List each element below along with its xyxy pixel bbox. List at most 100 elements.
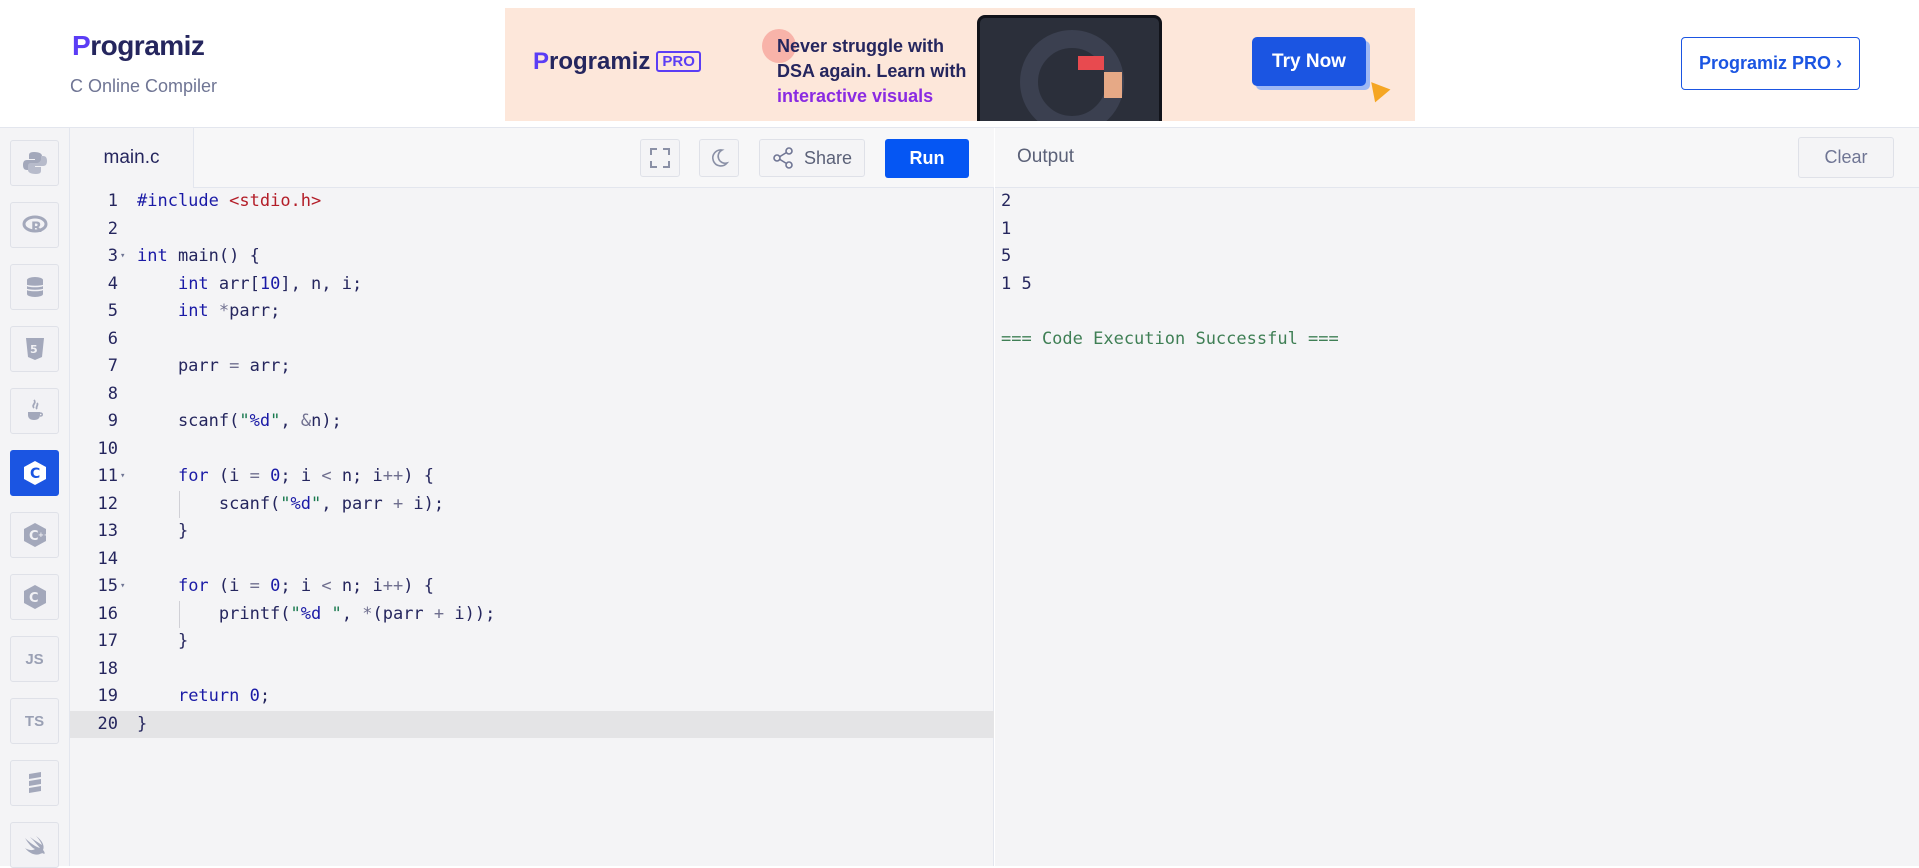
code-line[interactable]: 12 scanf("%d", parr + i); [70,490,994,518]
svg-text:++: ++ [38,531,48,539]
editor-toolbar: main.c Share Run [70,128,994,188]
svg-text:C: C [29,591,39,606]
code-line[interactable]: 9 scanf("%d", &n); [70,408,994,436]
fullscreen-icon [650,148,670,168]
ad-headline: Never struggle with DSA again. Learn wit… [777,36,967,106]
line-number: 1 [107,191,118,211]
code-line[interactable]: 8 [70,381,994,409]
share-icon [773,147,793,169]
output-line: 2 [1001,191,1012,211]
code-line[interactable]: 6 [70,326,994,354]
line-number: 20 [97,713,118,734]
programiz-logo[interactable]: Programiz [72,30,205,62]
line-number: 10 [97,438,118,459]
code-line[interactable]: 16 printf("%d ", *(parr + i)); [70,600,994,628]
code-line[interactable]: 2 [70,216,994,244]
line-number: 9 [107,411,118,431]
line-number: 6 [107,328,118,349]
code-line[interactable]: 1 #include <stdio.h> [70,188,994,216]
html5-icon[interactable]: 5 [10,326,59,372]
share-label: Share [803,147,853,168]
line-number: 17 [97,631,118,651]
output-console[interactable]: 2 1 5 1 5 === Code Execution Successful === [1001,188,1339,353]
code-line[interactable]: 17 } [70,628,994,656]
code-line[interactable]: 7 parr = arr; [70,353,994,381]
code-text: scanf("%d", parr + i); [137,493,445,514]
sql-database-icon[interactable] [10,264,59,310]
code-text: } [137,713,148,734]
cpp-icon[interactable]: C ++ [10,512,59,558]
code-text: } [137,521,189,541]
fullscreen-button[interactable] [640,139,680,177]
c-language-icon[interactable]: C [10,450,59,496]
javascript-icon[interactable]: JS [10,636,59,682]
clear-button[interactable]: Clear [1798,137,1894,178]
code-editor-panel: main.c Share Run 1 #include <stdio.h> 2 3 ▾ i… [70,128,994,866]
dark-mode-button[interactable] [699,139,739,177]
line-number: 3 [107,246,118,266]
line-number: 14 [97,548,118,569]
java-icon[interactable] [10,388,59,434]
code-text: parr = arr; [137,356,291,376]
code-line[interactable]: 5 int *parr; [70,298,994,326]
swift-icon[interactable] [10,822,59,868]
code-text: return 0; [177,686,271,706]
page-subtitle: C Online Compiler [70,76,218,96]
csharp-icon[interactable]: C [10,574,59,620]
fold-arrow-icon[interactable]: ▾ [120,463,125,491]
output-panel: Output Clear 2 1 5 1 5 === Code Execution Su… [995,128,1919,866]
output-line: 5 [1001,246,1012,266]
run-button[interactable]: Run [885,139,969,178]
line-number: 16 [97,603,118,624]
ad-wheel-graphic [1020,30,1124,121]
programiz-pro-button[interactable]: Programiz PRO › [1681,37,1860,90]
code-line[interactable]: 19 return 0; [70,683,994,711]
code-text: printf("%d ", *(parr + i)); [137,603,496,624]
svg-text:C: C [30,466,40,482]
code-line[interactable]: 15 ▾ for (i = 0; i < n; i++) { [70,573,994,601]
line-number: 12 [97,493,118,514]
r-language-icon[interactable]: R [10,202,59,248]
line-number: 2 [107,218,118,239]
output-toolbar: Output Clear [995,128,1919,188]
ad-banner[interactable]: Programiz PRO Never struggle with DSA aga… [505,8,1415,121]
execution-status: === Code Execution Successful === [1001,328,1339,349]
code-line[interactable]: 13 } [70,518,994,546]
line-number: 4 [107,273,118,294]
python-icon[interactable] [10,140,59,186]
fold-arrow-icon[interactable]: ▾ [120,573,125,601]
code-text: } [137,631,189,651]
line-number: 13 [97,521,118,541]
code-text: int main() { [137,246,260,266]
code-line[interactable]: 20} [70,710,994,738]
ad-try-now-button[interactable]: Try Now [1252,37,1366,86]
code-line[interactable]: 11 ▾ for (i = 0; i < n; i++) { [70,463,994,491]
code-text: int arr[10], n, i; [177,273,363,294]
ad-programiz-pro-logo: Programiz PRO [533,48,701,76]
code-text: scanf("%d", &n); [137,411,342,431]
moon-icon [712,149,730,167]
fold-arrow-icon[interactable]: ▾ [120,243,125,271]
scala-icon[interactable] [10,760,59,806]
code-line[interactable]: 3 ▾ int main() { [70,243,994,271]
line-number: 7 [107,356,118,376]
line-number: 18 [97,658,118,679]
line-number: 5 [107,301,118,321]
code-line[interactable]: 18 [70,656,994,684]
share-button[interactable]: Share [759,139,865,177]
output-title: Output [1017,146,1075,167]
line-number: 8 [107,383,118,404]
code-line[interactable]: 14 [70,546,994,574]
svg-text:5: 5 [30,343,38,356]
code-line[interactable]: 4 int arr[10], n, i; [70,271,994,299]
code-line[interactable]: 10 [70,436,994,464]
file-tab-main-c[interactable]: main.c [70,128,194,188]
typescript-icon[interactable]: TS [10,698,59,744]
code-text: for (i = 0; i < n; i++) { [177,576,434,596]
ad-tablet-image [977,15,1162,121]
cursor-arrow-icon [1363,75,1391,103]
code-text: #include <stdio.h> [137,191,322,211]
line-number: 19 [97,686,118,706]
code-area[interactable]: 1 #include <stdio.h> 2 3 ▾ int main() {4 int … [70,188,994,738]
